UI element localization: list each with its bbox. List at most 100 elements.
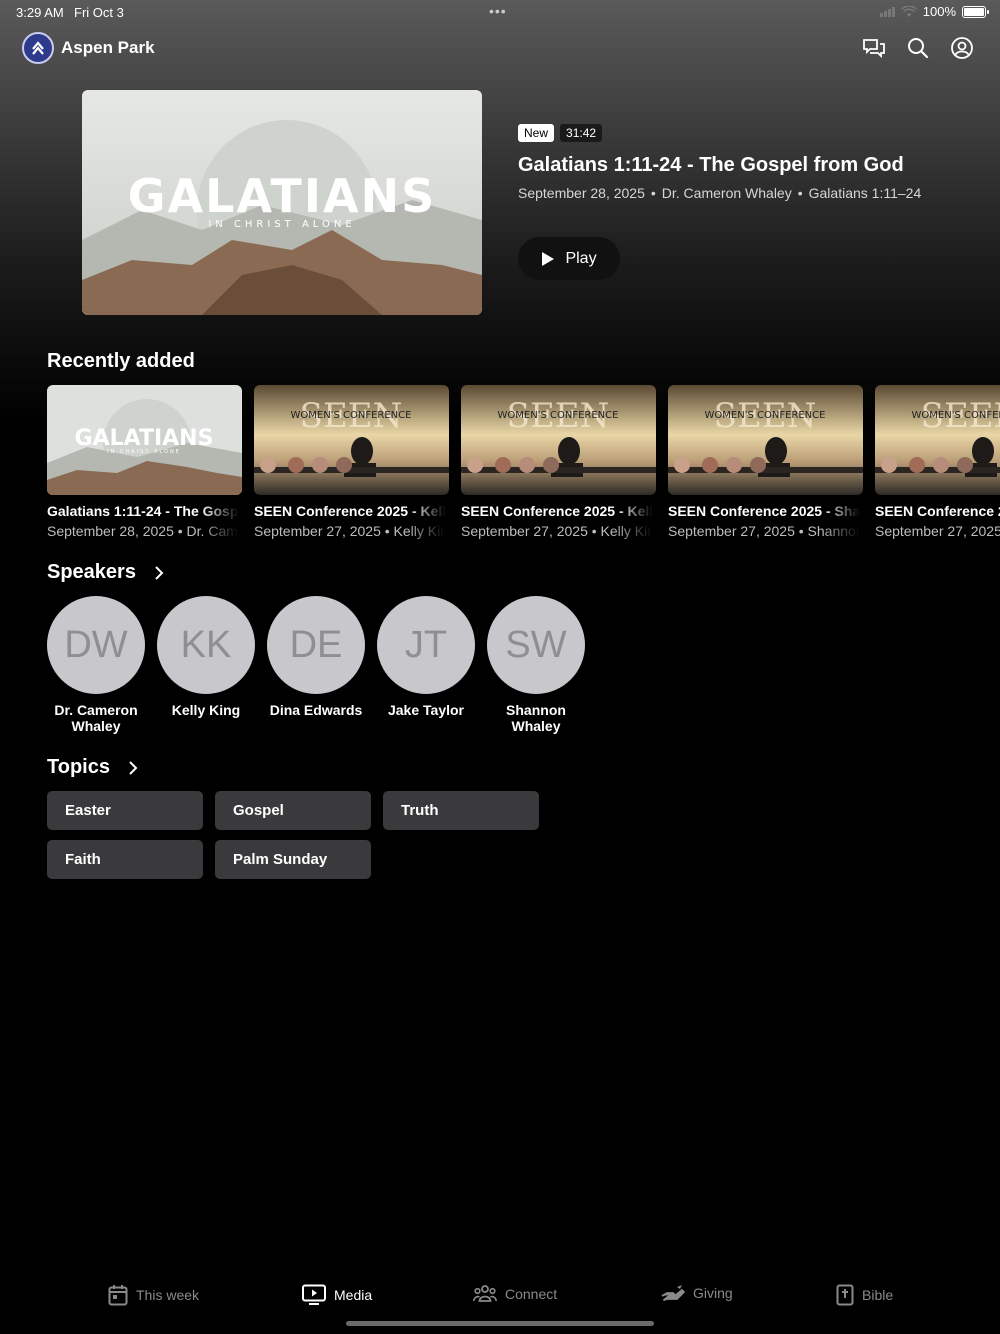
duration-badge: 31:42 [560, 124, 603, 142]
media-card[interactable]: SEENWOMEN'S CONFERENCE SEEN Conference 20… [461, 385, 656, 539]
speakers-heading[interactable]: Speakers [47, 561, 164, 584]
tab-label: This week [136, 1287, 200, 1303]
hero-artwork[interactable]: GALATIANS IN CHRIST ALONE [82, 90, 482, 315]
battery-percent: 100% [922, 4, 956, 19]
card-thumbnail: SEENWOMEN'S CONFERENCE [461, 385, 656, 495]
media-card[interactable]: SEENWOMEN'S CONFERENCE SEEN Conference 20… [668, 385, 863, 539]
wifi-icon [900, 5, 917, 17]
chevron-right-icon [129, 760, 138, 775]
topic-chip[interactable]: Easter [47, 791, 203, 830]
tab-label: Media [334, 1287, 373, 1303]
people-icon [473, 1285, 497, 1302]
avatar: JT [377, 596, 475, 694]
app-title: Aspen Park [61, 38, 155, 57]
card-thumbnail: SEENWOMEN'S CONFERENCE [668, 385, 863, 495]
topic-chip[interactable]: Palm Sunday [215, 840, 371, 879]
card-title: Galatians 1:11-24 - The Gospel from God [47, 503, 239, 519]
tab-label: Bible [862, 1287, 894, 1303]
hero-speaker: Dr. Cameron Whaley [661, 185, 792, 201]
bible-icon [836, 1284, 854, 1306]
media-card[interactable]: SEENWOMEN'S CONFERENCE SEEN Conference 20… [875, 385, 1000, 539]
card-thumbnail: GALATIANS IN CHRIST ALONE [47, 385, 242, 495]
new-badge: New [518, 124, 555, 142]
avatar: DW [47, 596, 145, 694]
profile-icon[interactable] [950, 36, 974, 60]
recently-added-heading: Recently added [47, 350, 195, 372]
card-title: SEEN Conference 2025 - Kelly King [461, 503, 653, 519]
card-title: SEEN Conference 2025 - Shannon Whaley [668, 503, 860, 519]
card-title: SEEN Conference 2025 - Kelly King [254, 503, 446, 519]
speaker-name: Shannon Whaley [506, 702, 566, 734]
topic-chip[interactable]: Gospel [215, 791, 371, 830]
hero-meta: September 28, 2025 • Dr. Cameron Whaley • … [518, 185, 922, 201]
home-indicator[interactable] [346, 1321, 654, 1326]
hero-art-title: GALATIANS [128, 169, 436, 223]
tab-giving[interactable]: Giving [661, 1284, 733, 1302]
speaker-name: Dr. Cameron Whaley [54, 702, 138, 734]
media-card[interactable]: GALATIANS IN CHRIST ALONE Galatians 1:11-2… [47, 385, 242, 539]
speaker-name: Jake Taylor [387, 702, 464, 718]
chevron-right-icon [155, 565, 164, 580]
recently-added-row[interactable]: GALATIANS IN CHRIST ALONE Galatians 1:11-2… [47, 385, 1000, 545]
media-card[interactable]: SEENWOMEN'S CONFERENCE SEEN Conference 20… [254, 385, 449, 539]
tab-connect[interactable]: Connect [473, 1284, 557, 1304]
signal-icon [879, 6, 895, 17]
battery-icon [962, 5, 989, 18]
hero-art-subtitle: IN CHRIST ALONE [208, 219, 355, 230]
tab-label: Connect [505, 1286, 558, 1302]
speaker-name: Kelly King [171, 702, 241, 718]
card-meta: September 27, 2025 [875, 523, 1000, 539]
giving-hand-icon [661, 1285, 685, 1301]
status-date: Fri Oct 3 [74, 5, 124, 20]
speaker-item[interactable]: DW Dr. Cameron Whaley [47, 596, 145, 734]
status-indicators: 100% [879, 4, 989, 19]
speaker-name: Dina Edwards [269, 702, 363, 718]
calendar-icon [108, 1285, 128, 1306]
card-meta: September 27, 2025 • Shannon Whaley [668, 523, 860, 539]
topics-grid: Easter Gospel Truth Faith Palm Sunday [47, 791, 547, 879]
hero-info: New 31:42 Galatians 1:11-24 - The Gospel… [518, 124, 978, 201]
tv-play-icon [302, 1284, 326, 1305]
play-button[interactable]: Play [518, 237, 620, 280]
play-icon [542, 251, 555, 266]
speakers-row: DW Dr. Cameron Whaley KK Kelly King DE Dina E… [47, 596, 585, 734]
app-header: Aspen Park [0, 30, 1000, 66]
card-meta: September 27, 2025 • Kelly King [461, 523, 653, 539]
tab-media[interactable]: Media [302, 1284, 372, 1306]
card-thumbnail: SEENWOMEN'S CONFERENCE [875, 385, 1000, 495]
speaker-item[interactable]: JT Jake Taylor [377, 596, 475, 734]
card-meta: September 28, 2025 • Dr. Cameron Whaley [47, 523, 239, 539]
speaker-item[interactable]: DE Dina Edwards [267, 596, 365, 734]
card-thumbnail: SEENWOMEN'S CONFERENCE [254, 385, 449, 495]
search-icon[interactable] [906, 36, 930, 60]
card-art-subtitle: WOMEN'S CONFERENCE [912, 410, 1000, 421]
card-art-subtitle: WOMEN'S CONFERENCE [498, 410, 619, 421]
card-art-title: GALATIANS [75, 426, 214, 451]
hero-title[interactable]: Galatians 1:11-24 - The Gospel from God [518, 154, 978, 177]
card-art-subtitle: WOMEN'S CONFERENCE [291, 410, 412, 421]
card-meta: September 27, 2025 • Kelly King [254, 523, 446, 539]
tab-bible[interactable]: Bible [836, 1284, 893, 1306]
multitasking-dots-icon[interactable]: ••• [489, 3, 507, 19]
tab-this-week[interactable]: This week [108, 1284, 199, 1306]
chat-icon[interactable] [862, 36, 886, 60]
avatar: KK [157, 596, 255, 694]
church-logo-icon[interactable] [22, 32, 54, 64]
hero-date: September 28, 2025 [518, 185, 645, 201]
tab-bar: This week Media Connect Giving Bible [0, 1280, 1000, 1314]
tab-label: Giving [693, 1285, 733, 1301]
card-title: SEEN Conference 2025 [875, 503, 1000, 519]
hero-passage: Galatians 1:11–24 [808, 185, 922, 201]
status-bar: 3:29 AM Fri Oct 3 ••• 100% [0, 0, 1000, 24]
play-label: Play [565, 249, 597, 267]
avatar: SW [487, 596, 585, 694]
topics-heading[interactable]: Topics [47, 756, 138, 779]
speaker-item[interactable]: KK Kelly King [157, 596, 255, 734]
topic-chip[interactable]: Faith [47, 840, 203, 879]
topic-chip[interactable]: Truth [383, 791, 539, 830]
speaker-item[interactable]: SW Shannon Whaley [487, 596, 585, 734]
avatar: DE [267, 596, 365, 694]
card-art-subtitle: IN CHRIST ALONE [107, 449, 181, 455]
card-art-subtitle: WOMEN'S CONFERENCE [705, 410, 826, 421]
status-time: 3:29 AM [16, 5, 64, 20]
